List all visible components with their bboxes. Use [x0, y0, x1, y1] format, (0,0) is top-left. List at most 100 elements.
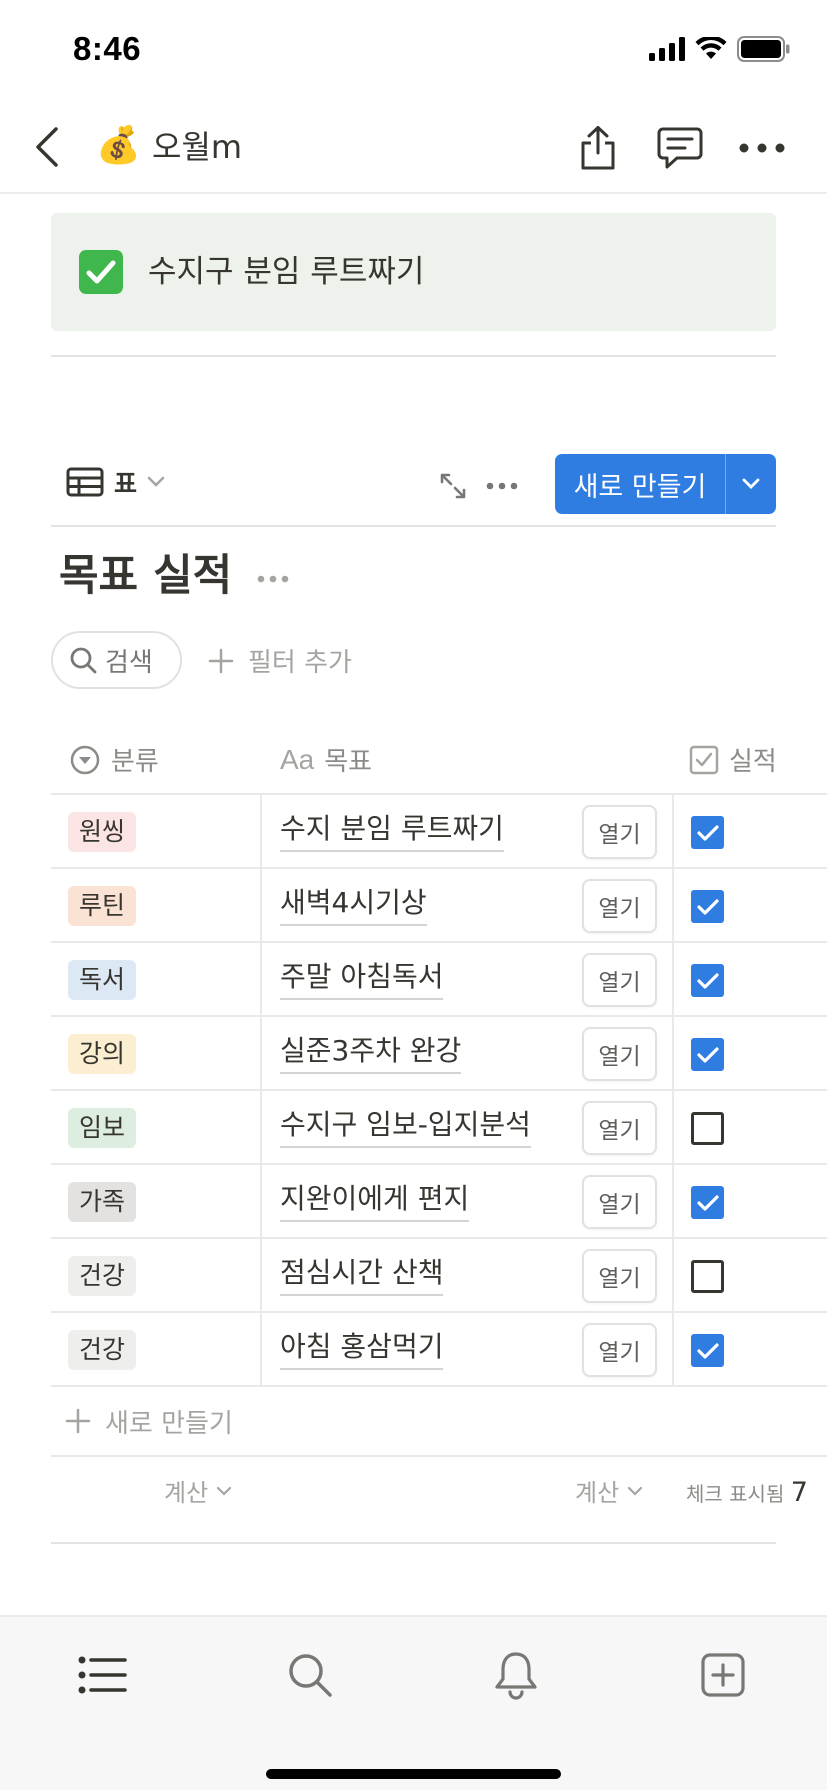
divider: [51, 525, 776, 527]
add-filter-button[interactable]: 필터 추가: [208, 642, 352, 679]
bottom-tab-bar: [0, 1615, 827, 1790]
open-row-button[interactable]: 열기: [582, 1027, 657, 1081]
back-button[interactable]: [22, 122, 72, 172]
divider: [51, 1542, 776, 1544]
tab-home[interactable]: [73, 1645, 133, 1705]
result-checkbox[interactable]: [691, 1334, 724, 1367]
table-row[interactable]: 가족 지완이에게 편지 열기: [51, 1165, 827, 1239]
add-row-button[interactable]: 새로 만들기: [51, 1387, 827, 1457]
database-more-button[interactable]: [482, 466, 522, 506]
new-button-dropdown[interactable]: [726, 454, 776, 514]
database-title[interactable]: 목표 실적: [59, 548, 232, 604]
share-button[interactable]: [570, 120, 626, 176]
chevron-down-icon: [147, 476, 165, 487]
goal-title[interactable]: 아침 홍삼먹기: [280, 1327, 444, 1370]
result-checkbox[interactable]: [691, 890, 724, 923]
table-row[interactable]: 임보 수지구 임보-입지분석 열기: [51, 1091, 827, 1165]
bell-icon: [495, 1652, 537, 1700]
column-header-label: 실적: [729, 747, 777, 777]
comment-icon: [657, 127, 703, 169]
table-row[interactable]: 독서 주말 아침독서 열기: [51, 943, 827, 1017]
chevron-down-icon: [217, 1486, 232, 1496]
more-options-button[interactable]: [734, 120, 790, 176]
calculate-category-button[interactable]: 계산: [164, 1473, 232, 1508]
plus-icon: [65, 1408, 91, 1434]
goal-title[interactable]: 수지구 임보-입지분석: [280, 1105, 531, 1148]
comments-button[interactable]: [652, 120, 708, 176]
title-more-button[interactable]: [257, 568, 289, 587]
search-button[interactable]: 검색: [51, 631, 182, 689]
status-icons: [649, 36, 791, 62]
search-icon: [289, 1654, 332, 1697]
result-checkbox[interactable]: [691, 1038, 724, 1071]
column-header-label: 분류: [111, 747, 159, 777]
goal-title[interactable]: 지완이에게 편지: [280, 1179, 470, 1222]
result-checkbox[interactable]: [691, 1186, 724, 1219]
goal-title[interactable]: 수지 분임 루트짜기: [280, 809, 504, 852]
open-row-button[interactable]: 열기: [582, 1323, 657, 1377]
expand-button[interactable]: [433, 466, 473, 506]
column-header-category[interactable]: 분류: [69, 741, 159, 778]
category-tag[interactable]: 건강: [68, 1256, 137, 1296]
view-switcher[interactable]: 표: [66, 464, 165, 500]
column-separator: [260, 943, 262, 1015]
open-row-button[interactable]: 열기: [582, 953, 657, 1007]
search-label: 검색: [105, 647, 153, 678]
wifi-icon: [695, 37, 727, 59]
column-header-result[interactable]: 실적: [689, 741, 777, 778]
result-checkbox[interactable]: [691, 964, 724, 997]
result-checkbox[interactable]: [691, 816, 724, 849]
open-row-button[interactable]: 열기: [582, 879, 657, 933]
database-table: 분류 Aa 목표 실적 원씽 수지 분임 루트짜기 열기 루틴 새벽4시기상 열기 독서 주말…: [51, 723, 827, 1521]
status-bar: 8:46: [0, 0, 827, 100]
tab-search[interactable]: [280, 1645, 340, 1705]
goal-title[interactable]: 주말 아침독서: [280, 957, 444, 1000]
table-row[interactable]: 루틴 새벽4시기상 열기: [51, 869, 827, 943]
open-row-button[interactable]: 열기: [582, 805, 657, 859]
category-tag[interactable]: 강의: [68, 1034, 137, 1074]
table-row[interactable]: 건강 점심시간 산책 열기: [51, 1239, 827, 1313]
more-horizontal-icon: [257, 575, 289, 583]
table-row[interactable]: 건강 아침 홍삼먹기 열기: [51, 1313, 827, 1387]
open-row-button[interactable]: 열기: [582, 1175, 657, 1229]
goal-title[interactable]: 점심시간 산책: [280, 1253, 444, 1296]
table-icon: [66, 467, 104, 497]
nav-bar: 💰 오월m: [0, 100, 827, 194]
tab-notifications[interactable]: [486, 1645, 546, 1705]
column-separator: [260, 795, 262, 867]
category-tag[interactable]: 독서: [68, 960, 137, 1000]
checkbox-icon: [689, 745, 719, 774]
table-body: 원씽 수지 분임 루트짜기 열기 루틴 새벽4시기상 열기 독서 주말 아침독서 열기 강의 실준3…: [51, 795, 827, 1387]
category-tag[interactable]: 원씽: [68, 812, 137, 852]
category-tag[interactable]: 가족: [68, 1182, 137, 1222]
calculation-row: 계산 계산 체크 표시됨 7: [51, 1457, 827, 1521]
callout-text: 수지구 분임 루트짜기: [148, 254, 425, 290]
open-row-button[interactable]: 열기: [582, 1249, 657, 1303]
table-row[interactable]: 강의 실준3주차 완강 열기: [51, 1017, 827, 1091]
column-separator: [672, 795, 674, 867]
new-button-group: 새로 만들기: [555, 454, 776, 514]
signal-icon: [649, 37, 685, 61]
category-tag[interactable]: 루틴: [68, 886, 137, 926]
result-checkbox[interactable]: [691, 1112, 724, 1145]
goal-title[interactable]: 새벽4시기상: [280, 883, 427, 926]
column-separator: [260, 1017, 262, 1089]
new-button[interactable]: 새로 만들기: [555, 454, 725, 514]
column-separator: [260, 1313, 262, 1385]
category-tag[interactable]: 건강: [68, 1330, 137, 1370]
page-title[interactable]: 오월m: [152, 126, 242, 168]
table-row[interactable]: 원씽 수지 분임 루트짜기 열기: [51, 795, 827, 869]
column-separator: [672, 1313, 674, 1385]
open-row-button[interactable]: 열기: [582, 1101, 657, 1155]
result-checkbox[interactable]: [691, 1260, 724, 1293]
category-tag[interactable]: 임보: [68, 1108, 137, 1148]
calculate-goal-button[interactable]: 계산: [575, 1473, 643, 1508]
column-header-goal[interactable]: Aa 목표: [280, 741, 372, 778]
goal-title[interactable]: 실준3주차 완강: [280, 1031, 462, 1074]
search-icon: [70, 647, 97, 674]
column-separator: [672, 1165, 674, 1237]
checked-count-summary[interactable]: 체크 표시됨 7: [686, 1477, 808, 1508]
tab-new-page[interactable]: [693, 1645, 753, 1705]
column-separator: [672, 943, 674, 1015]
callout-block[interactable]: 수지구 분임 루트짜기: [51, 213, 776, 331]
